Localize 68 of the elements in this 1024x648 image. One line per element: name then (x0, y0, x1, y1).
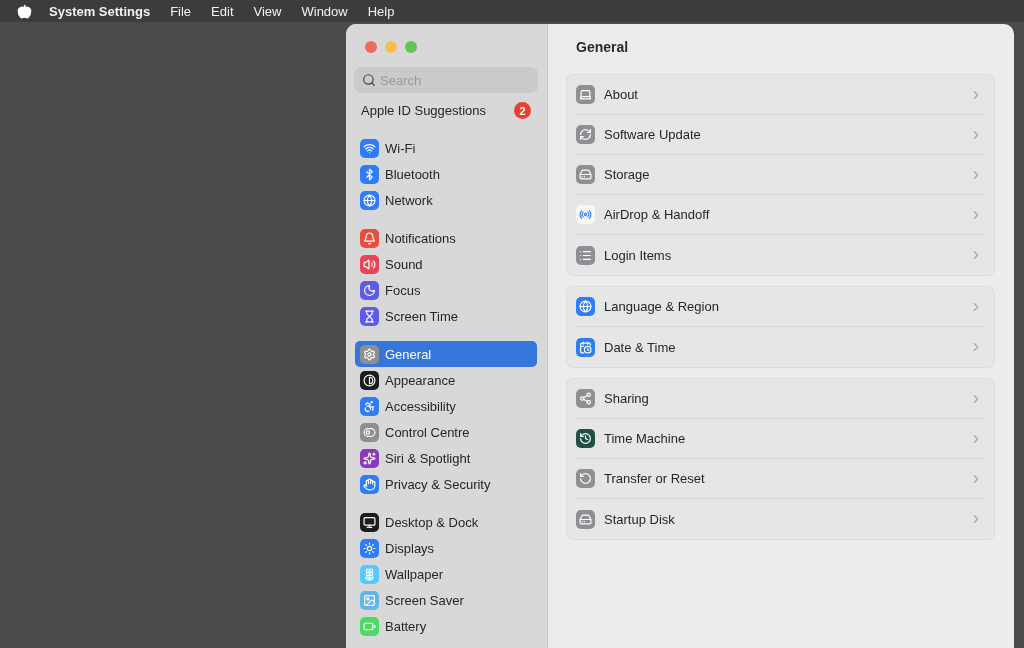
sidebar-item-label: Wallpaper (385, 566, 444, 582)
sidebar-item[interactable]: Sound (355, 251, 537, 277)
settings-row-label: AirDrop & Handoff (604, 207, 711, 222)
sidebar-item-label: Bluetooth (385, 166, 440, 182)
sidebar-item[interactable]: Appearance (355, 367, 537, 393)
sidebar-item-label: General (385, 346, 432, 362)
sidebar-item-label: Privacy & Security (385, 476, 491, 492)
settings-row[interactable]: Login Items (576, 235, 985, 275)
sidebar-item[interactable]: Displays (355, 535, 537, 561)
menu-item[interactable]: View (253, 3, 282, 19)
settings-row[interactable]: Storage (576, 155, 985, 195)
sidebar-item-label: Screen Saver (385, 592, 464, 608)
settings-row[interactable]: Date & Time (576, 327, 985, 367)
settings-row-label: Transfer or Reset (604, 471, 706, 486)
sidebar-item[interactable]: Battery (355, 613, 537, 639)
settings-row[interactable]: AirDrop & Handoff (576, 195, 985, 235)
sidebar-item-label: Desktop & Dock (385, 514, 479, 530)
sidebar-item[interactable]: Wi-Fi (355, 135, 537, 161)
settings-row-label: Date & Time (604, 339, 677, 355)
menu-item[interactable]: Edit (211, 3, 234, 19)
sidebar-item-label: Sound (385, 256, 423, 272)
sidebar-item[interactable]: Focus (355, 277, 537, 303)
sidebar-item-label: Apple ID Suggestions (361, 103, 487, 118)
menu-item[interactable]: File (170, 3, 192, 19)
settings-row-label: About (604, 87, 639, 102)
settings-row[interactable]: About (576, 75, 985, 115)
sidebar-item-label: Notifications (385, 230, 456, 246)
sidebar-item-label: Network (385, 192, 433, 208)
sidebar-item[interactable]: Network (355, 187, 537, 213)
settings-row-label: Startup Disk (604, 511, 676, 527)
menu-app-name[interactable]: System Settings (49, 3, 151, 19)
settings-row[interactable]: Software Update (576, 115, 985, 155)
settings-row[interactable]: Transfer or Reset (576, 459, 985, 499)
settings-row-label: Software Update (604, 127, 702, 142)
sidebar-item[interactable]: Wallpaper (355, 561, 537, 587)
settings-row[interactable]: Sharing (576, 379, 985, 419)
settings-row-label: Sharing (604, 391, 650, 406)
notification-badge: 2 (514, 102, 531, 119)
sidebar-item[interactable]: Accessibility (355, 393, 537, 419)
sidebar-item-label: Battery (385, 618, 427, 634)
settings-row[interactable]: Startup Disk (576, 499, 985, 539)
settings-row-label: Login Items (604, 247, 673, 263)
sidebar-item[interactable]: Desktop & Dock (355, 509, 537, 535)
settings-row-label: Language & Region (604, 299, 720, 314)
sidebar-item-label: Screen Time (385, 308, 458, 324)
sidebar-item[interactable]: Apple ID Suggestions 2 (346, 102, 547, 119)
settings-row[interactable]: Time Machine (576, 419, 985, 459)
sidebar-item-label: Siri & Spotlight (385, 450, 471, 466)
sidebar-item[interactable]: Screen Time (355, 303, 537, 329)
page-title: General (576, 39, 630, 57)
sidebar-item-label: Appearance (385, 372, 456, 388)
sidebar-item[interactable]: Privacy & Security (355, 471, 537, 497)
sidebar-item-label: Focus (385, 282, 421, 298)
sidebar-item[interactable]: General (355, 341, 537, 367)
sidebar-item-label: Accessibility (385, 398, 456, 414)
settings-row-label: Storage (604, 167, 651, 182)
menu-item[interactable]: Help (367, 3, 395, 19)
sidebar-item[interactable]: Bluetooth (355, 161, 537, 187)
sidebar-item-label: Displays (385, 540, 435, 556)
settings-row[interactable]: Language & Region (576, 287, 985, 327)
sidebar-item[interactable]: Siri & Spotlight (355, 445, 537, 471)
sidebar-item[interactable]: Screen Saver (355, 587, 537, 613)
menu-item[interactable]: Window (301, 3, 348, 19)
sidebar-item-label: Wi-Fi (385, 140, 416, 156)
settings-row-label: Time Machine (604, 431, 687, 446)
sidebar-item[interactable]: Control Centre (355, 419, 537, 445)
sidebar-item[interactable]: Notifications (355, 225, 537, 251)
sidebar-item-label: Control Centre (385, 424, 470, 440)
